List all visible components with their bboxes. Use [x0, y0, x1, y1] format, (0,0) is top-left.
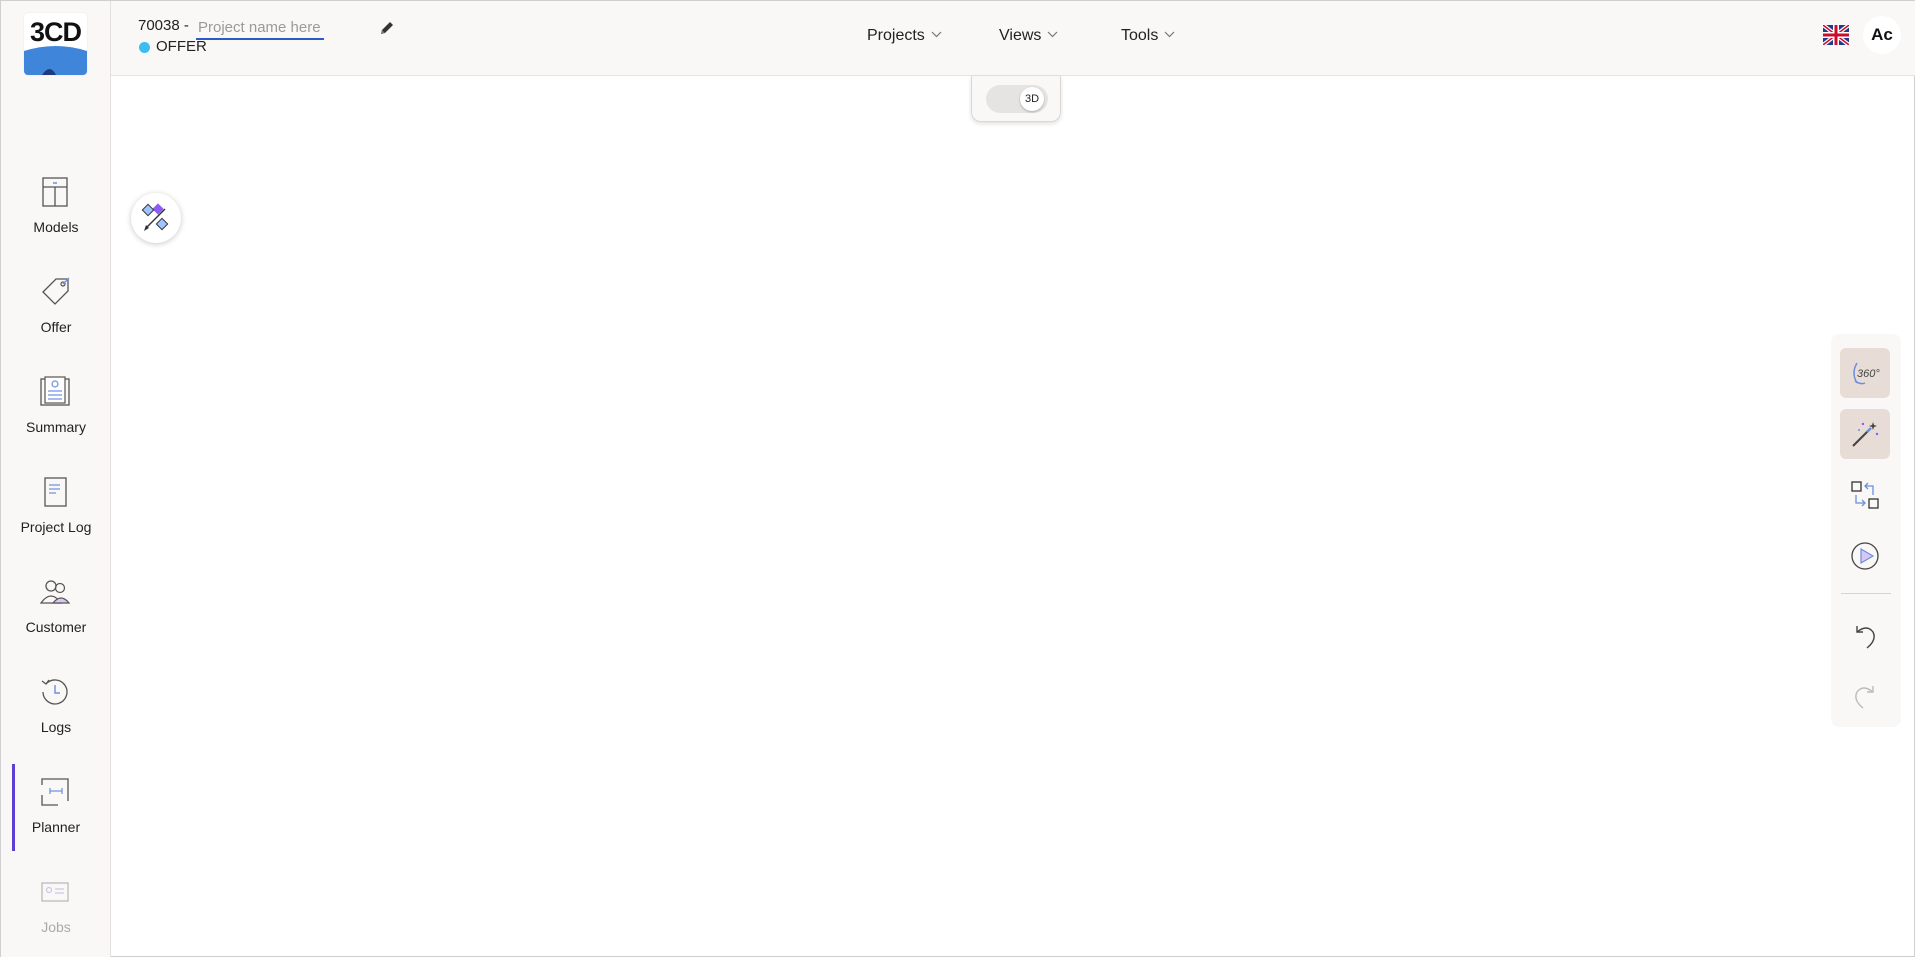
sidebar-item-summary[interactable]: Summary [1, 369, 111, 459]
undo-icon [1856, 626, 1875, 649]
redo-button[interactable] [1840, 671, 1890, 721]
toolbar-divider [1841, 593, 1891, 594]
swap-icon [1851, 481, 1879, 509]
sidebar-item-label: Summary [26, 419, 86, 435]
sidebar-item-label: Offer [40, 319, 72, 335]
planner-icon [41, 778, 69, 806]
sidebar-item-label: Logs [40, 719, 72, 735]
sidebar-item-customer[interactable]: Customer [1, 569, 111, 659]
sidebar: 3CD Models Offer Summary Project Log Cus… [1, 1, 111, 957]
uk-flag-icon[interactable] [1823, 25, 1849, 45]
360-view-button[interactable]: 360° [1840, 348, 1890, 398]
3d-toggle[interactable]: 3D [986, 85, 1048, 113]
chevron-down-icon [1164, 31, 1175, 38]
pencil-ruler-icon [141, 203, 169, 231]
right-toolbar: 360° [1831, 334, 1901, 727]
logo-text: 3CD [29, 17, 82, 47]
toggle-knob: 3D [1020, 87, 1044, 111]
sidebar-item-label: Models [33, 219, 79, 235]
draw-tool-button[interactable] [131, 193, 181, 243]
play-icon [1851, 542, 1879, 570]
menu-views[interactable]: Views [999, 27, 1058, 45]
logo[interactable]: 3CD [24, 13, 87, 75]
sidebar-item-logs[interactable]: Logs [1, 669, 111, 759]
project-number: 70038 - [138, 17, 189, 34]
undo-button[interactable] [1840, 611, 1890, 661]
play-button[interactable] [1840, 531, 1890, 581]
swap-button[interactable] [1840, 470, 1890, 520]
customer-icon [39, 580, 71, 604]
sidebar-item-models[interactable]: Models [1, 169, 111, 259]
pencil-icon[interactable] [377, 18, 397, 38]
jobs-icon [41, 882, 69, 902]
status-dot [139, 42, 150, 53]
sidebar-item-label: Planner [31, 819, 81, 835]
menu-label: Views [999, 27, 1042, 44]
sidebar-item-label: Jobs [41, 919, 71, 935]
project-name-input[interactable] [196, 16, 324, 40]
menu-projects[interactable]: Projects [867, 27, 942, 45]
sidebar-item-planner[interactable]: Planner [1, 764, 111, 859]
magic-wand-button[interactable] [1840, 409, 1890, 459]
document-icon [44, 477, 67, 507]
chevron-down-icon [1047, 31, 1058, 38]
360-icon: 360° [1853, 362, 1880, 385]
avatar[interactable]: Ac [1863, 16, 1901, 54]
sidebar-item-jobs[interactable]: Jobs [1, 869, 111, 957]
sidebar-item-label: Customer [25, 619, 87, 635]
menu-label: Tools [1121, 27, 1159, 44]
menu-tools[interactable]: Tools [1121, 27, 1175, 45]
chevron-down-icon [931, 31, 942, 38]
magic-wand-icon [1852, 422, 1879, 447]
active-indicator [12, 764, 15, 851]
top-header: 70038 - OFFER Projects Views Tools [111, 1, 1915, 76]
sidebar-item-offer[interactable]: Offer [1, 269, 111, 359]
app-window: 3CD Models Offer Summary Project Log Cus… [0, 0, 1915, 957]
tag-icon [42, 277, 70, 305]
summary-icon [40, 376, 70, 406]
menu-label: Projects [867, 27, 925, 44]
sidebar-item-project-log[interactable]: Project Log [1, 469, 111, 559]
360-label: 360° [1857, 368, 1880, 380]
view-toggle-panel: 3D [971, 76, 1061, 122]
redo-icon [1855, 686, 1874, 709]
status-badge: OFFER [156, 38, 207, 55]
sidebar-item-label: Project Log [20, 519, 92, 535]
history-icon [41, 679, 68, 705]
models-icon [42, 177, 68, 207]
